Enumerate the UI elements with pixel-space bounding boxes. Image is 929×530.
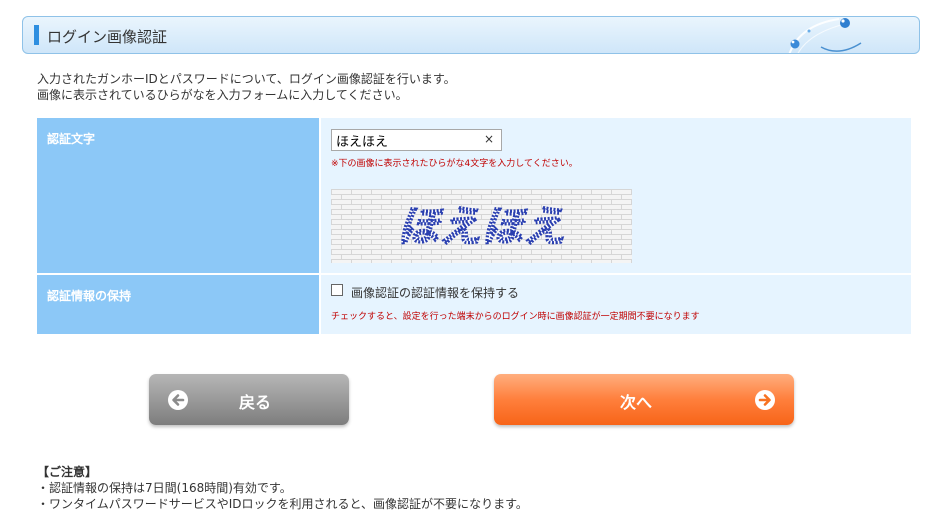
- captcha-input[interactable]: [331, 129, 502, 151]
- auth-form: 認証文字 × ※下の画像に表示されたひらがな4文字を入力してください。 ほえほえ…: [37, 118, 911, 334]
- header-accent-bar: [34, 25, 39, 45]
- arrow-right-circle-icon: [755, 390, 775, 410]
- retain-checkbox[interactable]: [331, 284, 343, 296]
- back-button-label: 戻る: [239, 393, 272, 412]
- intro-line: 画像に表示されているひらがなを入力フォームに入力してください。: [37, 88, 408, 102]
- captcha-label-cell: 認証文字: [37, 118, 319, 273]
- next-button[interactable]: 次へ: [494, 374, 794, 425]
- caution-title: 【ご注意】: [37, 465, 98, 479]
- retain-note: チェックすると、設定を行った端末からのログイン時に画像認証が一定期間不要になりま…: [331, 312, 700, 322]
- retain-label: 認証情報の保持: [47, 289, 132, 303]
- retain-checkbox-label[interactable]: 画像認証の認証情報を保持する: [351, 284, 519, 301]
- captcha-note: ※下の画像に表示されたひらがな4文字を入力してください。: [331, 159, 578, 169]
- captcha-image: ほえほえ: [331, 189, 632, 263]
- intro-text: 入力されたガンホーIDとパスワードについて、ログイン画像認証を行います。 画像に…: [37, 71, 456, 103]
- captcha-row: 認証文字 × ※下の画像に表示されたひらがな4文字を入力してください。 ほえほえ: [37, 118, 911, 273]
- next-button-label: 次へ: [620, 393, 653, 412]
- arrow-left-circle-icon: [168, 390, 188, 410]
- captcha-label: 認証文字: [47, 132, 96, 146]
- back-button[interactable]: 戻る: [149, 374, 349, 425]
- intro-line: 入力されたガンホーIDとパスワードについて、ログイン画像認証を行います。: [37, 72, 456, 86]
- caution-line: ・認証情報の保持は7日間(168時間)有効です。: [37, 481, 292, 495]
- captcha-image-text: ほえほえ: [397, 202, 565, 251]
- retain-value-cell: 画像認証の認証情報を保持する チェックすると、設定を行った端末からのログイン時に…: [321, 275, 911, 334]
- page-header: ログイン画像認証: [22, 16, 920, 54]
- retain-row: 認証情報の保持 画像認証の認証情報を保持する チェックすると、設定を行った端末か…: [37, 275, 911, 334]
- captcha-value-cell: × ※下の画像に表示されたひらがな4文字を入力してください。 ほえほえ: [321, 118, 911, 273]
- retain-label-cell: 認証情報の保持: [37, 275, 319, 334]
- clear-input-icon[interactable]: ×: [484, 132, 494, 146]
- page-title: ログイン画像認証: [47, 28, 168, 46]
- caution-line: ・ワンタイムパスワードサービスやIDロックを利用されると、画像認証が不要になりま…: [37, 497, 528, 511]
- caution-section: 【ご注意】 ・認証情報の保持は7日間(168時間)有効です。 ・ワンタイムパスワ…: [37, 464, 528, 512]
- header-decoration: [788, 18, 862, 53]
